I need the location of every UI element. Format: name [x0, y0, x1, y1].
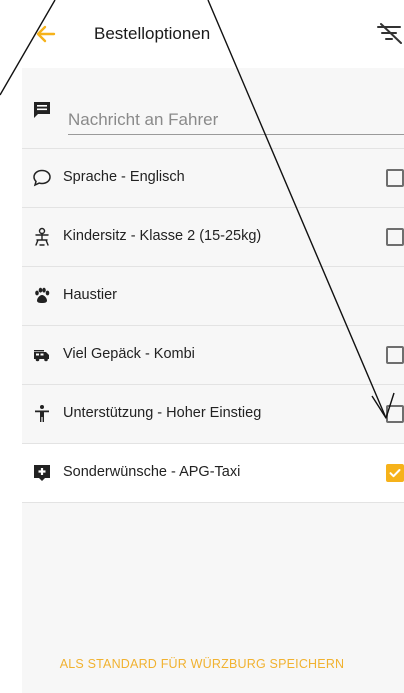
- checkmark-icon: [389, 469, 401, 478]
- special-request-icon: [34, 465, 50, 481]
- person-icon: [35, 405, 49, 422]
- option-label: Sonderwünsche - APG-Taxi: [63, 464, 241, 480]
- option-label: Haustier: [63, 287, 117, 303]
- option-checkbox[interactable]: [386, 405, 404, 423]
- option-label: Sprache - Englisch: [63, 169, 185, 185]
- divider: [22, 502, 404, 503]
- option-language[interactable]: Sprache - Englisch: [22, 149, 404, 207]
- arrow-left-icon[interactable]: [34, 22, 58, 46]
- option-support[interactable]: Unterstützung - Hoher Einstieg: [22, 385, 404, 443]
- option-luggage[interactable]: Viel Gepäck - Kombi: [22, 326, 404, 384]
- station-wagon-icon: [34, 350, 49, 362]
- option-label: Unterstützung - Hoher Einstieg: [63, 405, 262, 421]
- option-checkbox[interactable]: [386, 346, 404, 364]
- option-label: Viel Gepäck - Kombi: [63, 346, 195, 362]
- paw-icon: [35, 287, 50, 303]
- message-to-driver-input[interactable]: [68, 106, 404, 135]
- option-special-request[interactable]: Sonderwünsche - APG-Taxi: [22, 444, 404, 502]
- option-checkbox[interactable]: [386, 169, 404, 187]
- filter-off-icon[interactable]: [376, 22, 404, 46]
- app-bar: Bestelloptionen: [0, 0, 404, 68]
- option-label: Kindersitz - Klasse 2 (15-25kg): [63, 228, 262, 244]
- options-panel: Sprache - Englisch Kindersitz - Klasse 2…: [22, 68, 404, 693]
- message-icon: [34, 102, 50, 118]
- save-as-default-button[interactable]: ALS STANDARD FÜR WÜRZBURG SPEICHERN: [0, 657, 404, 671]
- child-seat-icon: [35, 227, 49, 246]
- page-title: Bestelloptionen: [94, 24, 211, 43]
- option-pet[interactable]: Haustier: [22, 267, 404, 325]
- message-row: [22, 88, 404, 148]
- option-checkbox[interactable]: [386, 228, 404, 246]
- speech-bubble-icon: [33, 169, 51, 187]
- option-child-seat[interactable]: Kindersitz - Klasse 2 (15-25kg): [22, 208, 404, 266]
- option-checkbox-checked[interactable]: [386, 464, 404, 482]
